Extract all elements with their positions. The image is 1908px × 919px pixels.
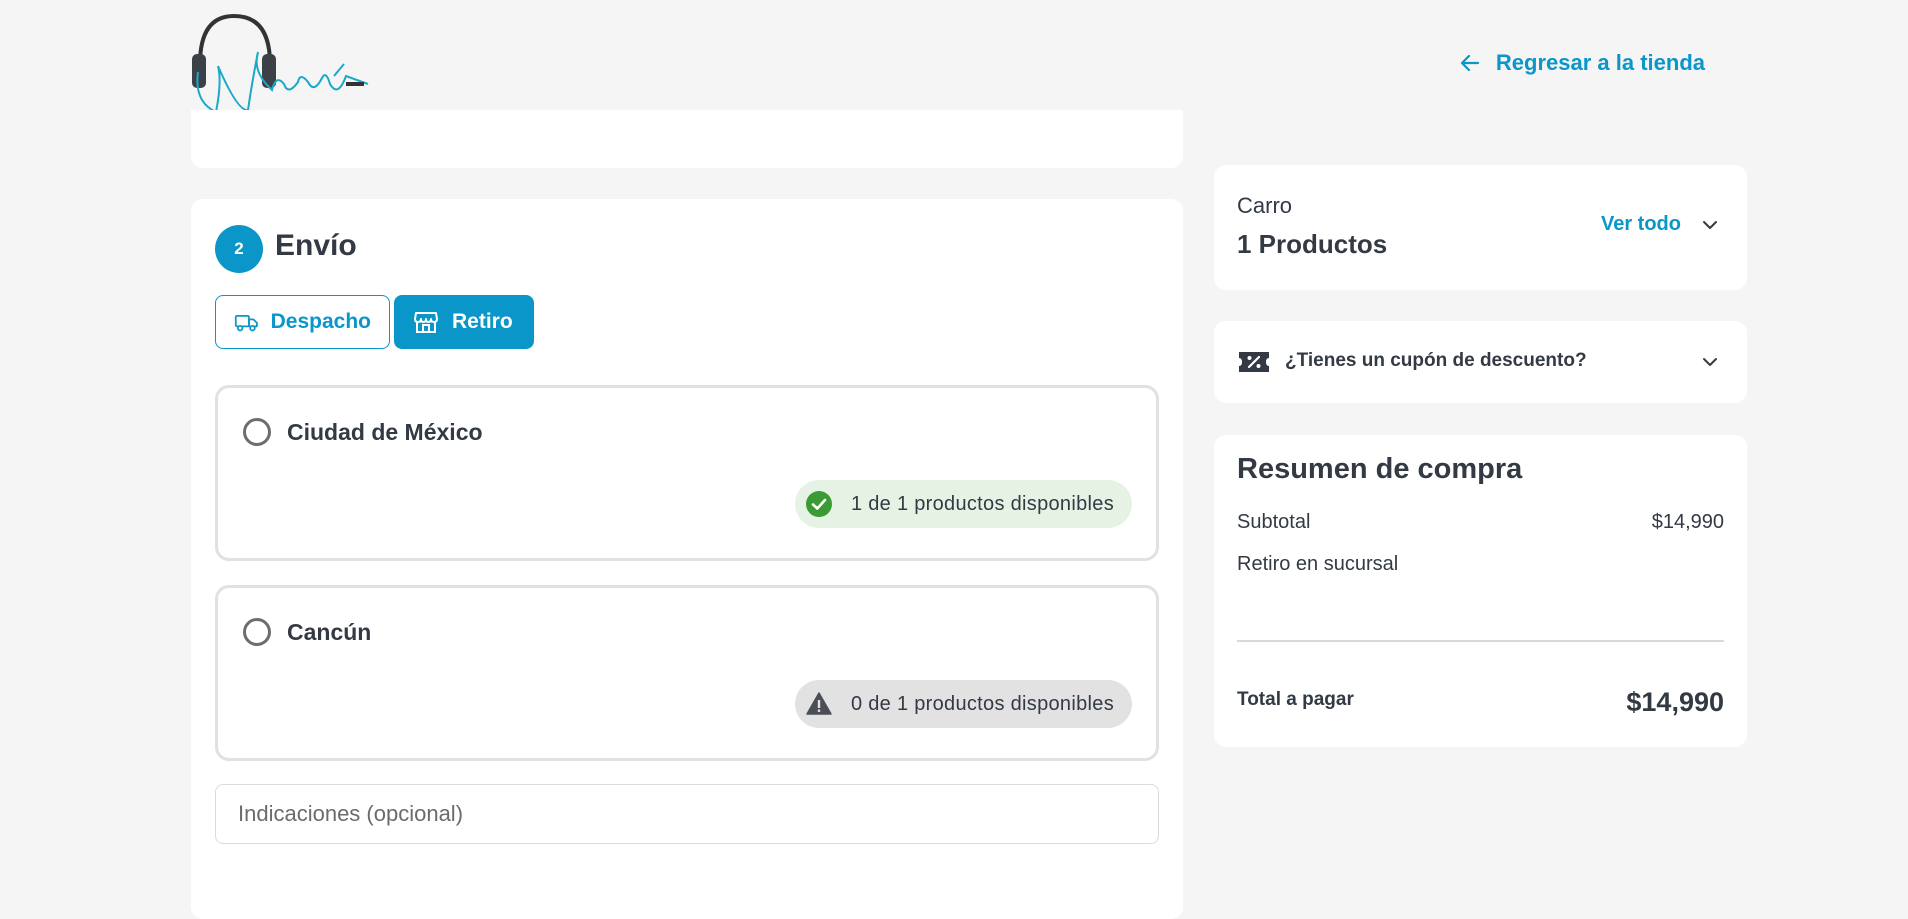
- pickup-row: Retiro en sucursal: [1237, 553, 1724, 576]
- step-number-badge: 2: [215, 225, 263, 273]
- store-radio[interactable]: [243, 618, 271, 646]
- truck-icon: [234, 314, 258, 332]
- previous-step-card: [191, 110, 1183, 168]
- store-name: Cancún: [287, 619, 372, 645]
- pickup-label: Retiro en sucursal: [1237, 553, 1399, 575]
- subtotal-label: Subtotal: [1237, 511, 1311, 533]
- availability-text: 0 de 1 productos disponibles: [850, 692, 1114, 715]
- store-name: Ciudad de México: [287, 419, 483, 445]
- store-icon: [414, 312, 438, 333]
- subtotal-value: $14,990: [1651, 511, 1724, 533]
- section-title: Envío: [275, 229, 357, 262]
- tab-retiro[interactable]: Retiro: [394, 295, 534, 349]
- total-value: $14,990: [1626, 687, 1724, 717]
- tab-despacho[interactable]: Despacho: [215, 295, 390, 349]
- tab-retiro-label: Retiro: [452, 310, 513, 333]
- purchase-summary-card: Resumen de compra Subtotal $14,990 Retir…: [1214, 435, 1747, 747]
- shipping-section: 2 Envío Despacho Retiro Ciudad de México…: [191, 199, 1183, 919]
- tab-despacho-label: Despacho: [270, 310, 371, 333]
- coupon-discount-icon: [1239, 352, 1269, 372]
- availability-text: 1 de 1 productos disponibles: [850, 492, 1114, 515]
- view-all-button[interactable]: Ver todo: [1601, 213, 1721, 236]
- availability-badge: 0 de 1 productos disponibles: [794, 680, 1132, 728]
- subtotal-row: Subtotal $14,990: [1237, 511, 1724, 534]
- cart-card: Carro 1 Productos Ver todo: [1214, 165, 1747, 290]
- headphones-logo-icon: [192, 13, 369, 114]
- total-label: Total a pagar: [1237, 689, 1354, 710]
- cart-product-count: 1 Productos: [1237, 229, 1388, 259]
- availability-badge: 1 de 1 productos disponibles: [794, 480, 1132, 528]
- summary-title: Resumen de compra: [1237, 453, 1523, 485]
- check-circle-icon: [805, 491, 832, 517]
- chevron-down-icon: [1703, 220, 1717, 229]
- summary-divider: [1237, 640, 1724, 642]
- coupon-toggle[interactable]: ¿Tienes un cupón de descuento?: [1214, 321, 1747, 403]
- coupon-label: ¿Tienes un cupón de descuento?: [1285, 350, 1587, 371]
- cart-label: Carro: [1237, 193, 1293, 218]
- store-option-ciudad-de-mexico[interactable]: Ciudad de México 1 de 1 productos dispon…: [215, 385, 1159, 561]
- view-all-label: Ver todo: [1600, 213, 1681, 235]
- back-to-store-link[interactable]: Regresar a la tienda: [1458, 50, 1705, 76]
- chevron-down-icon: [1703, 358, 1717, 366]
- store-option-cancun[interactable]: Cancún 0 de 1 productos disponibles: [215, 585, 1159, 761]
- arrow-left-icon: [1460, 54, 1479, 72]
- indications-input[interactable]: [215, 784, 1159, 844]
- warning-icon: [806, 692, 832, 715]
- back-link-label: Regresar a la tienda: [1495, 50, 1705, 75]
- store-radio[interactable]: [243, 418, 271, 446]
- store-logo[interactable]: [188, 12, 378, 122]
